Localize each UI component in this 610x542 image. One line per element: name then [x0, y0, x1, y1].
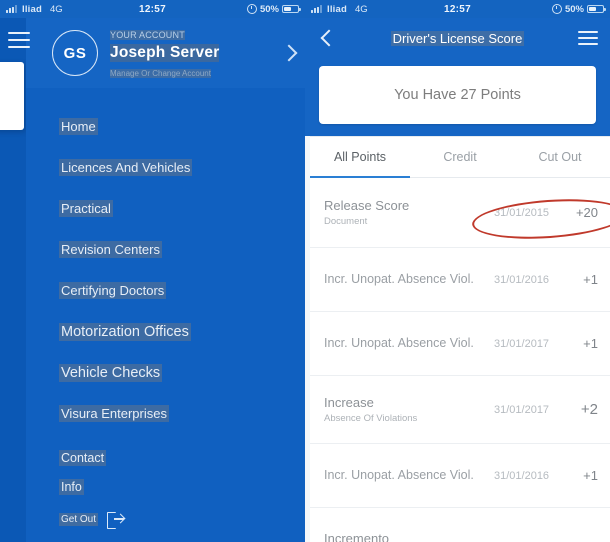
row-title: Incr. Unopat. Absence Viol.: [324, 468, 494, 484]
row-title: Incr. Unopat. Absence Viol.: [324, 336, 494, 352]
page-title: Driver's License Score: [305, 31, 610, 46]
tab-label: All Points: [334, 150, 386, 164]
hamburger-menu-icon[interactable]: [8, 32, 30, 48]
row-date: 31/01/2017: [494, 338, 568, 350]
sidebar-item-label: Revision Centers: [59, 241, 162, 258]
sidebar-item-motorization-offices[interactable]: Motorization Offices: [26, 311, 305, 352]
table-row[interactable]: Incr. Unopat. Absence Viol. 31/01/2016 +…: [310, 248, 610, 312]
row-date: 31/01/2016: [494, 274, 568, 286]
sidebar-item-practical[interactable]: Practical: [26, 188, 305, 229]
logout-label: Get Out: [59, 513, 98, 526]
table-row[interactable]: Increase Absence Of Violations 31/01/201…: [310, 376, 610, 444]
drawer-nav-list: Home Licences And Vehicles Practical Rev…: [26, 88, 305, 527]
row-value: +1: [568, 468, 598, 483]
row-value: +2: [568, 401, 598, 418]
navigation-drawer: GS YOUR ACCOUNT Joseph Server Manage Or …: [26, 18, 305, 542]
score-history-panel: All Points Credit Cut Out Release Score …: [310, 136, 610, 542]
drawer-account-header[interactable]: GS YOUR ACCOUNT Joseph Server Manage Or …: [26, 18, 305, 88]
sidebar-item-label: Practical: [59, 200, 113, 217]
row-date: 31/01/2017: [494, 404, 568, 416]
sidebar-item-certifying-doctors[interactable]: Certifying Doctors: [26, 270, 305, 311]
battery-percent-label: 50%: [565, 4, 584, 15]
tab-bar: All Points Credit Cut Out: [310, 137, 610, 178]
tab-credit[interactable]: Credit: [410, 137, 510, 177]
row-title: Increase: [324, 395, 494, 411]
battery-icon: [282, 5, 299, 13]
row-value: +20: [568, 205, 598, 220]
status-bar-right-group: 50%: [552, 4, 604, 15]
account-manage-link[interactable]: Manage Or Change Account: [110, 69, 211, 78]
nav-divider-space: [26, 434, 305, 444]
tab-all-points[interactable]: All Points: [310, 137, 410, 177]
row-text-group: Release Score Document: [324, 198, 494, 226]
sidebar-item-label: Info: [59, 479, 84, 495]
battery-percent-label: 50%: [260, 4, 279, 15]
sidebar-item-vehicle-checks[interactable]: Vehicle Checks: [26, 352, 305, 393]
tab-label: Credit: [443, 150, 476, 164]
row-subtitle: Document: [324, 216, 494, 227]
tab-cut-out[interactable]: Cut Out: [510, 137, 610, 177]
left-phone-screen: Iliad 4G 12:57 50% GS YOUR ACCOUNT Josep…: [0, 0, 305, 542]
row-text-group: Incr. Unopat. Absence Viol.: [324, 272, 494, 288]
sidebar-item-label: Motorization Offices: [59, 323, 191, 341]
battery-icon: [587, 5, 604, 13]
status-bar-right-group: 50%: [247, 4, 299, 15]
row-text-group: Increase Absence Of Violations: [324, 395, 494, 423]
chevron-right-icon[interactable]: [281, 45, 298, 62]
sidebar-item-revision-centers[interactable]: Revision Centers: [26, 229, 305, 270]
table-row[interactable]: Release Score Document 31/01/2015 +20: [310, 178, 610, 248]
points-banner: You Have 27 Points: [305, 58, 610, 136]
sidebar-item-visura-enterprises[interactable]: Visura Enterprises: [26, 393, 305, 434]
row-value: +1: [568, 272, 598, 287]
row-date: 31/01/2015: [494, 207, 568, 219]
account-info: YOUR ACCOUNT Joseph Server Manage Or Cha…: [110, 25, 277, 82]
row-text-group: Incremento: [324, 531, 494, 542]
sidebar-item-info[interactable]: Info: [26, 473, 305, 502]
sidebar-item-label: Vehicle Checks: [59, 364, 162, 382]
logout-icon: [107, 512, 125, 527]
background-content-card: [0, 62, 24, 130]
alarm-clock-icon: [552, 4, 562, 14]
status-bar-left: Iliad 4G 12:57 50%: [0, 0, 305, 18]
table-row[interactable]: Incr. Unopat. Absence Viol. 31/01/2017 +…: [310, 312, 610, 376]
row-title: Incremento: [324, 531, 494, 542]
account-name: Joseph Server: [110, 44, 219, 62]
hamburger-menu-icon[interactable]: [578, 31, 598, 46]
row-value: +1: [568, 336, 598, 351]
row-text-group: Incr. Unopat. Absence Viol.: [324, 468, 494, 484]
row-title: Incr. Unopat. Absence Viol.: [324, 272, 494, 288]
sidebar-item-label: Visura Enterprises: [59, 405, 169, 422]
alarm-clock-icon: [247, 4, 257, 14]
row-text-group: Incr. Unopat. Absence Viol.: [324, 336, 494, 352]
dual-screenshot-container: Iliad 4G 12:57 50% GS YOUR ACCOUNT Josep…: [0, 0, 610, 542]
row-date: 31/01/2016: [494, 470, 568, 482]
sidebar-item-home[interactable]: Home: [26, 106, 305, 147]
app-header: Driver's License Score: [305, 18, 610, 58]
sidebar-item-label: Certifying Doctors: [59, 282, 166, 299]
avatar: GS: [52, 30, 98, 76]
sidebar-item-label: Contact: [59, 450, 106, 466]
row-subtitle: Absence Of Violations: [324, 413, 494, 424]
right-phone-screen: Iliad 4G 12:57 50% Driver's License Scor…: [305, 0, 610, 542]
account-eyebrow-label: YOUR ACCOUNT: [110, 30, 185, 40]
sidebar-item-licences-and-vehicles[interactable]: Licences And Vehicles: [26, 147, 305, 188]
tab-label: Cut Out: [538, 150, 581, 164]
status-bar-right: Iliad 4G 12:57 50%: [305, 0, 610, 18]
table-row[interactable]: Incr. Unopat. Absence Viol. 31/01/2016 +…: [310, 444, 610, 508]
sidebar-item-label: Licences And Vehicles: [59, 159, 192, 176]
points-total-card: You Have 27 Points: [319, 66, 596, 124]
row-title: Release Score: [324, 198, 494, 214]
sidebar-item-contact[interactable]: Contact: [26, 444, 305, 473]
table-row[interactable]: Incremento: [310, 508, 610, 542]
logout-button[interactable]: Get Out: [26, 512, 305, 527]
sidebar-item-label: Home: [59, 118, 98, 135]
